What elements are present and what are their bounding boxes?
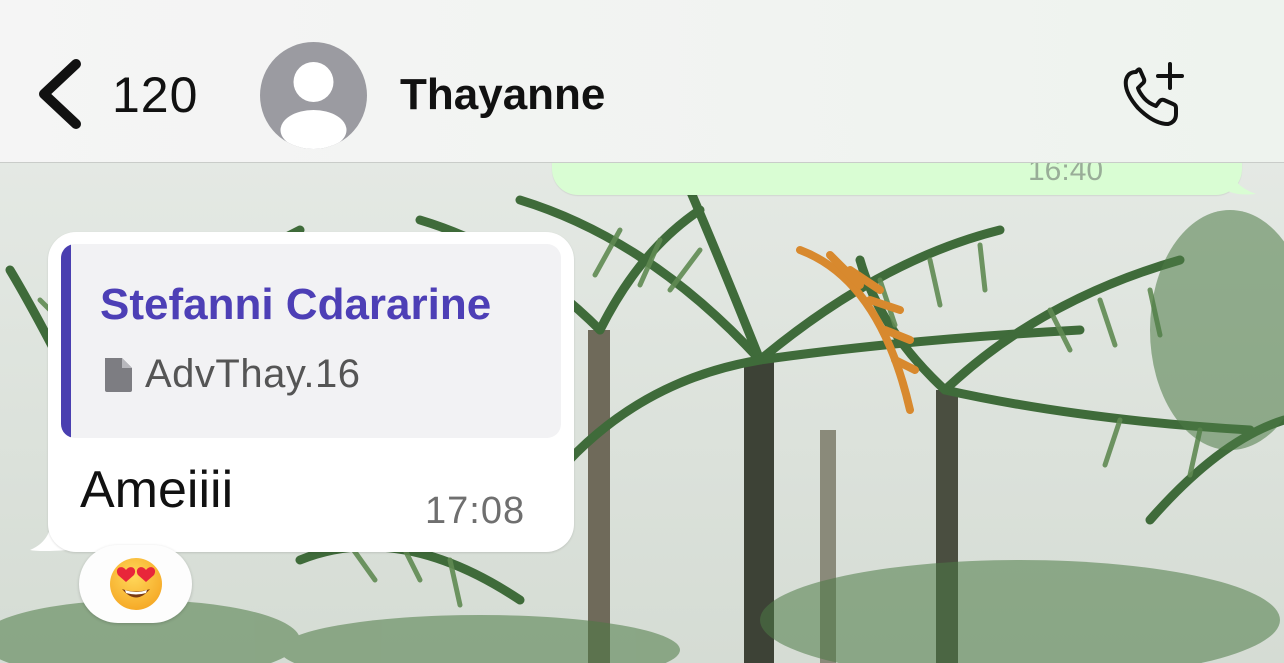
- message-text: Ameiiii: [80, 461, 234, 519]
- unread-count[interactable]: 120: [112, 66, 198, 124]
- message-time: 17:08: [425, 490, 526, 532]
- document-icon: [105, 357, 132, 392]
- quoted-file: AdvThay.16: [101, 352, 361, 397]
- outgoing-bubble-tail: [1226, 162, 1256, 195]
- reaction-badge[interactable]: [79, 545, 192, 623]
- default-person-icon: [280, 62, 347, 149]
- quoted-message[interactable]: Stefanni Cdararine AdvThay.16: [61, 244, 561, 438]
- chat-header: 120 Thayanne: [0, 0, 1284, 163]
- quoted-author: Stefanni Cdararine: [100, 280, 492, 329]
- quote-accent-bar: [61, 244, 71, 438]
- add-call-icon[interactable]: [1118, 58, 1194, 134]
- quoted-file-name: AdvThay.16: [145, 352, 361, 396]
- back-chevron-icon[interactable]: [36, 58, 96, 130]
- contact-name[interactable]: Thayanne: [400, 70, 605, 120]
- contact-avatar[interactable]: [260, 42, 367, 149]
- heart-eyes-emoji-icon: [109, 558, 162, 610]
